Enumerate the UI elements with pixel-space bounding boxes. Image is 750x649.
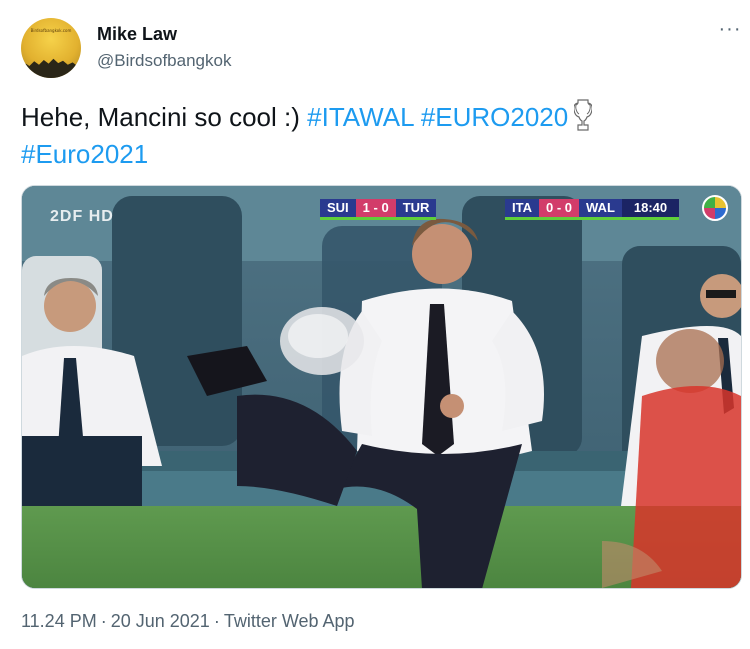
tweet-source[interactable]: Twitter Web App xyxy=(224,611,355,631)
euro-logo-icon xyxy=(702,195,728,221)
hashtag-euro2021[interactable]: #Euro2021 xyxy=(21,139,148,169)
trophy-icon xyxy=(574,99,593,131)
avatar[interactable]: Birdsofbangkok.com xyxy=(21,18,81,78)
tweet-text: Hehe, Mancini so cool :) #ITAWAL #EURO20… xyxy=(21,98,721,173)
score2-away: WAL xyxy=(579,199,622,217)
hashtag-euro2020[interactable]: #EURO2020 xyxy=(421,102,568,132)
tweet-text-plain: Hehe, Mancini so cool :) xyxy=(21,102,308,132)
broadcaster-name: 2DF xyxy=(50,208,84,225)
broadcaster-hd: HD xyxy=(88,208,114,225)
match-clock: 18:40 xyxy=(621,199,680,217)
tweet-card: Birdsofbangkok.com Mike Law @Birdsofbang… xyxy=(0,0,750,649)
display-name[interactable]: Mike Law xyxy=(97,24,177,45)
match-scene xyxy=(22,186,741,588)
meta-separator: · xyxy=(213,611,220,631)
more-options-icon[interactable]: ··· xyxy=(717,19,743,43)
scoreboard-ita-wal: ITA 0 - 0 WAL 18:40 xyxy=(505,199,680,220)
score2-result: 0 - 0 xyxy=(538,199,579,217)
tweet-time[interactable]: 11.24 PM xyxy=(21,611,97,631)
avatar-skyline xyxy=(21,58,81,78)
score2-home: ITA xyxy=(505,199,539,217)
user-handle[interactable]: @Birdsofbangkok xyxy=(97,51,231,71)
broadcaster-logo: 2DF HD xyxy=(50,208,114,226)
scoreboard-sui-tur: SUI 1 - 0 TUR xyxy=(320,199,437,220)
hashtag-itawal[interactable]: #ITAWAL xyxy=(307,102,413,132)
score1-result: 1 - 0 xyxy=(355,199,396,217)
tweet-date[interactable]: 20 Jun 2021 xyxy=(111,611,210,631)
score1-away: TUR xyxy=(395,199,437,217)
meta-separator: · xyxy=(100,611,107,631)
avatar-text: Birdsofbangkok.com xyxy=(30,28,72,33)
score1-home: SUI xyxy=(320,199,356,217)
tweet-meta: 11.24 PM · 20 Jun 2021 · Twitter Web App xyxy=(21,611,355,632)
tweet-media-image[interactable]: 2DF HD SUI 1 - 0 TUR ITA 0 - 0 WAL 18:40 xyxy=(21,185,742,589)
